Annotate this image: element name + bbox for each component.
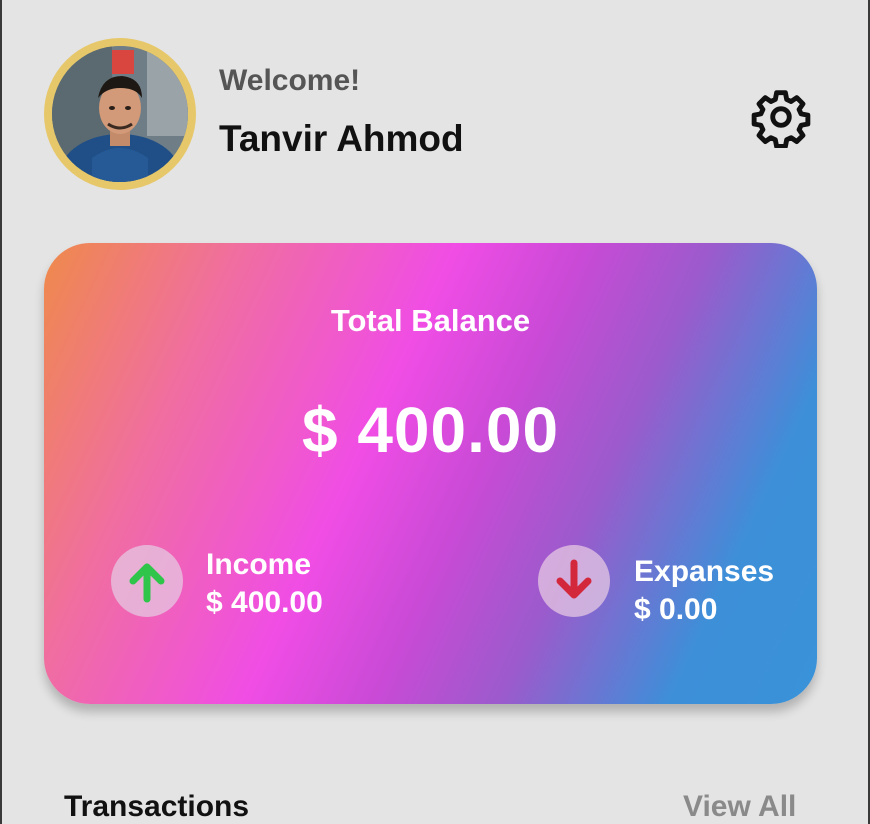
income-icon-badge [111,545,183,617]
window-border-left [0,0,2,824]
expense-value: $ 0.00 [634,593,718,626]
welcome-text: Welcome! [219,64,361,97]
income-value: $ 400.00 [206,586,323,619]
arrow-down-icon [556,559,592,599]
balance-card: Total Balance $ 400.00 Income $ 400.00 E… [44,243,817,704]
expense-label: Expanses [634,555,775,588]
user-name: Tanvir Ahmod [219,118,464,159]
gear-icon [751,90,811,149]
transactions-title: Transactions [64,790,250,823]
expense-icon-badge [538,545,610,617]
avatar-photo [52,46,188,182]
avatar[interactable] [44,38,196,190]
arrow-up-icon [129,563,165,603]
total-balance-label: Total Balance [330,303,531,338]
view-all-link[interactable]: View All [683,790,796,824]
settings-button[interactable] [750,86,812,149]
total-balance-amount: $ 400.00 [301,394,560,466]
income-label: Income [206,548,312,581]
